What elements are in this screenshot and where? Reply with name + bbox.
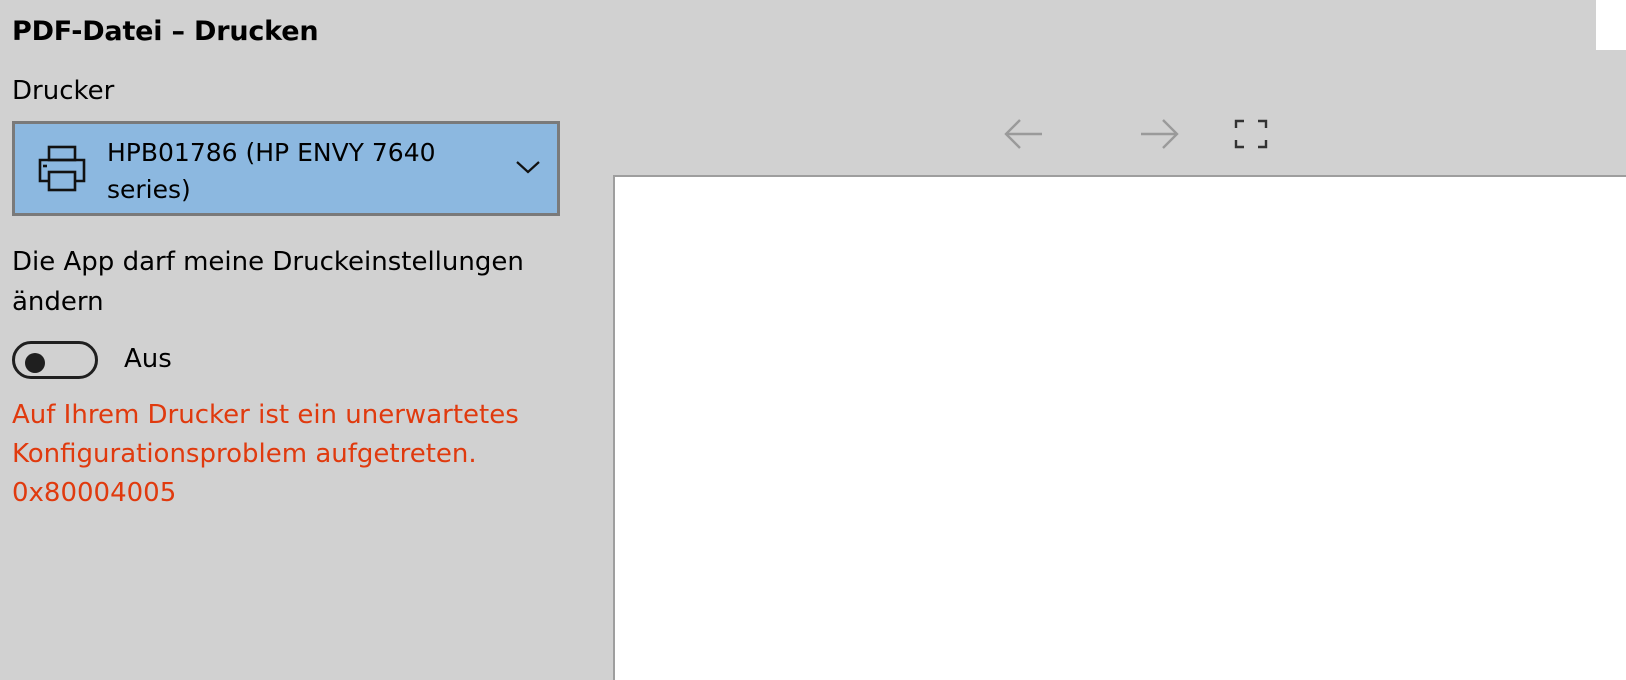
selected-printer: HPB01786 (HP ENVY 7640 series)	[107, 138, 436, 204]
dialog-title: PDF-Datei – Drucken	[12, 16, 319, 47]
window-edge	[1596, 0, 1626, 50]
permission-label: Die App darf meine Druckeinstellungen än…	[12, 247, 524, 317]
arrow-left-icon[interactable]	[1002, 116, 1046, 152]
error-message: Auf Ihrem Drucker ist ein unerwartetes K…	[12, 400, 519, 508]
chevron-down-icon	[516, 161, 540, 174]
printer-label: Drucker	[12, 76, 115, 106]
printer-icon	[38, 145, 86, 192]
permission-toggle[interactable]	[12, 341, 98, 379]
print-dialog: PDF-Datei – Drucken Drucker HPB01786 (HP…	[0, 0, 1626, 680]
toggle-knob	[25, 353, 45, 373]
print-preview-page	[613, 175, 1626, 680]
printer-dropdown[interactable]: HPB01786 (HP ENVY 7640 series)	[12, 121, 560, 216]
fit-page-icon[interactable]	[1233, 118, 1269, 150]
arrow-right-icon[interactable]	[1137, 116, 1181, 152]
toggle-state-label: Aus	[124, 344, 172, 374]
